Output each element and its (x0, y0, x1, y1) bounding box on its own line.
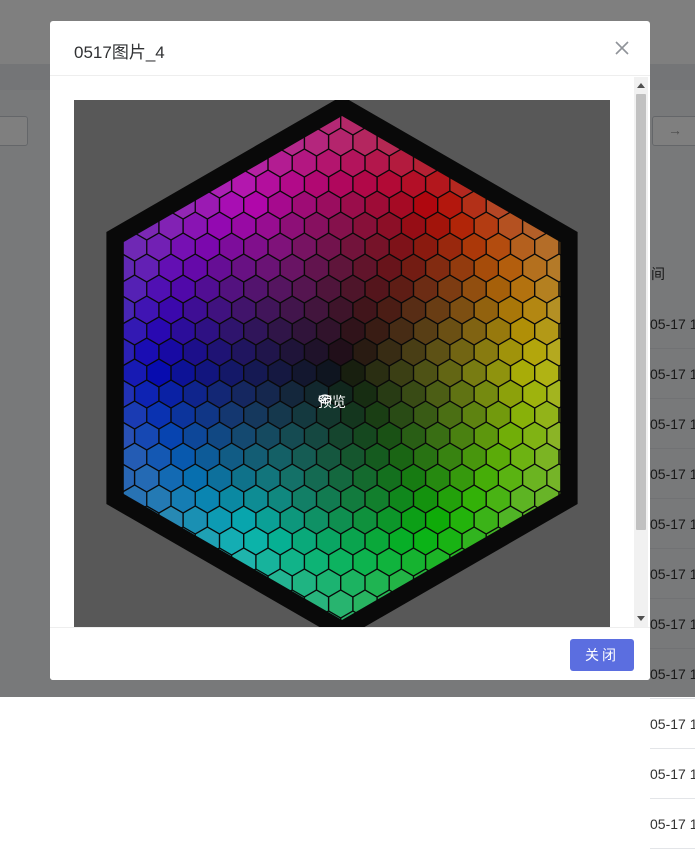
background-row-date: 05-17 15 (650, 716, 695, 732)
dialog-header: 0517图片_4 (50, 21, 650, 76)
scroll-thumb[interactable] (636, 94, 646, 530)
dialog-title: 0517图片_4 (74, 38, 165, 63)
scroll-down-arrow-icon[interactable] (637, 616, 645, 621)
color-hexagon-image (74, 100, 610, 627)
image-preview[interactable]: 预览 (74, 100, 610, 627)
dialog-scrollbar[interactable] (634, 77, 648, 627)
background-row-date: 05-17 15 (650, 766, 695, 782)
close-x-icon[interactable] (610, 36, 634, 60)
background-row-divider (650, 748, 695, 749)
background-row-divider (650, 698, 695, 699)
eye-icon (318, 392, 332, 406)
image-dialog: 0517图片_4 (50, 21, 650, 680)
dialog-footer: 关闭 (50, 627, 650, 680)
dialog-body: 预览 (50, 77, 650, 627)
preview-hint[interactable]: 预览 (318, 392, 346, 412)
close-button[interactable]: 关闭 (570, 639, 634, 671)
scroll-up-arrow-icon[interactable] (637, 83, 645, 88)
background-row-date: 05-17 15 (650, 816, 695, 832)
background-row-divider (650, 798, 695, 799)
